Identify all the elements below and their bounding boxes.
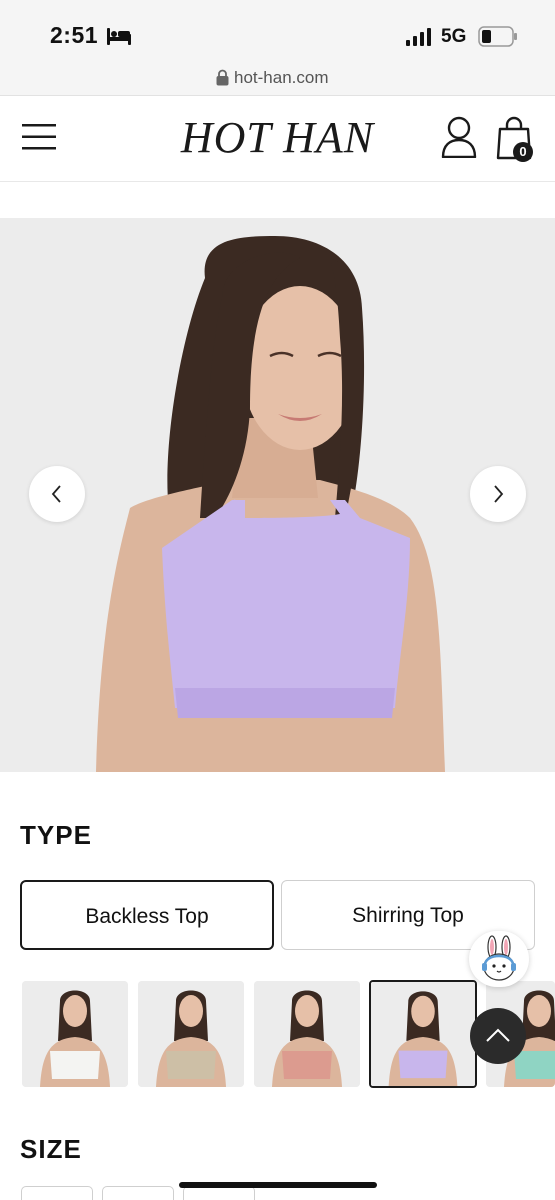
color-swatch-beige[interactable] (138, 981, 244, 1087)
color-swatch-lavender[interactable] (369, 980, 477, 1088)
status-time: 2:51 (50, 22, 99, 48)
scroll-to-top-button[interactable] (470, 1008, 526, 1064)
home-indicator (179, 1182, 377, 1188)
chevron-right-icon (494, 485, 504, 503)
size-option[interactable] (183, 1186, 255, 1200)
color-swatch-white[interactable] (22, 981, 128, 1087)
url-bar[interactable]: hot-han.com (0, 62, 555, 96)
network-label: 5G (441, 26, 467, 47)
site-header: HOT HAN (0, 96, 555, 182)
color-swatch-pink[interactable] (254, 981, 360, 1087)
signal-icon (406, 28, 431, 46)
bed-icon (107, 28, 131, 45)
swatch-thumbnail (371, 982, 475, 1086)
chevron-up-icon (486, 1028, 510, 1042)
cart-count-badge: 0 (513, 142, 533, 162)
account-icon[interactable] (441, 116, 477, 158)
status-bar: 2:51 5G (0, 0, 555, 62)
url-text: hot-han.com (234, 68, 329, 87)
type-option-backless-top[interactable]: Backless Top (20, 880, 274, 950)
battery-icon (478, 26, 517, 47)
chevron-left-icon (51, 485, 61, 503)
swatch-thumbnail (254, 981, 360, 1087)
swatch-thumbnail (138, 981, 244, 1087)
size-section-title: SIZE (20, 1134, 82, 1164)
next-image-button[interactable] (470, 466, 526, 522)
lock-icon (216, 69, 229, 86)
chat-bunny-icon (482, 935, 516, 981)
size-option[interactable] (102, 1186, 174, 1200)
size-option[interactable] (21, 1186, 93, 1200)
chat-button[interactable] (469, 931, 529, 987)
previous-image-button[interactable] (29, 466, 85, 522)
type-section-title: TYPE (20, 820, 92, 850)
swatch-thumbnail (22, 981, 128, 1087)
